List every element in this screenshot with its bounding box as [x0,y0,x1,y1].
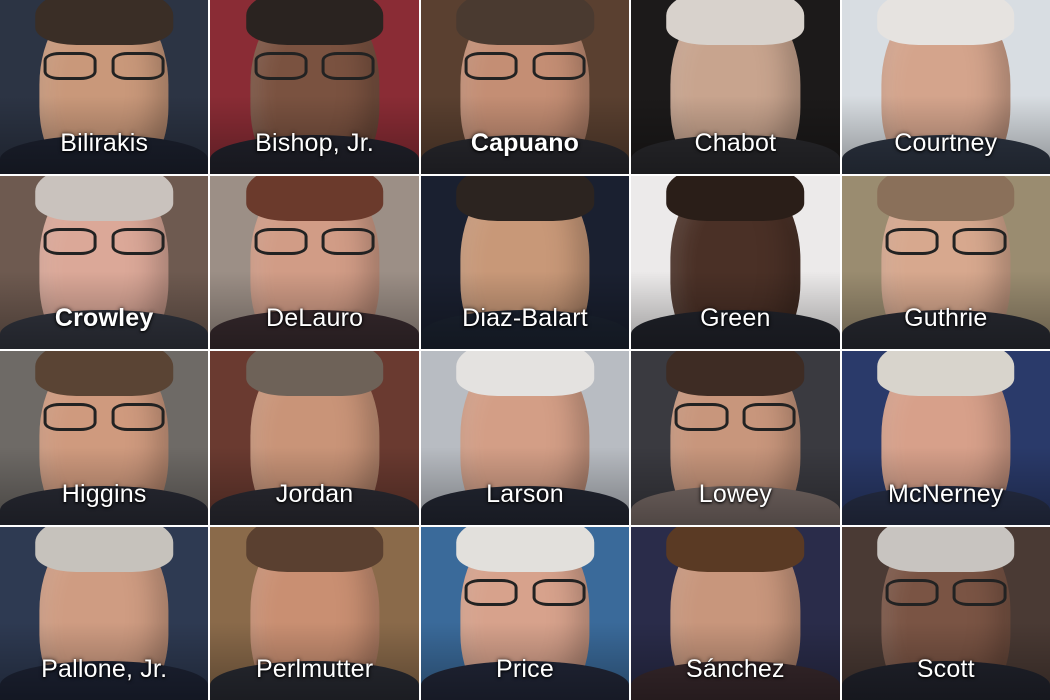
portrait-tile: McNerney [841,351,1050,525]
portrait-name-label: Bilirakis [60,128,149,157]
portrait-name-label: Higgins [61,479,147,508]
portrait-tile: Perlmutter [210,526,419,700]
portrait-name-label: Chabot [694,128,777,157]
portrait-name-label: Lowey [698,479,773,508]
portrait-name-label: Green [700,304,771,332]
portrait-tile: DeLauro [210,175,419,349]
portrait-name-label: Courtney [894,128,998,157]
portrait-grid: Bilirakis Bishop, Jr. Capuano Chabot Courtne… [0,0,1050,700]
portrait-tile: Sánchez [631,526,840,700]
portrait-tile: Crowley [0,175,209,349]
portrait-tile: Price [420,526,630,700]
portrait-tile: Courtney [841,0,1050,174]
portrait-tile: Bishop, Jr. [210,0,419,174]
portrait-name-label: Perlmutter [255,655,374,683]
portrait-tile: Capuano [420,0,630,174]
portrait-name-label: Crowley [54,304,154,332]
portrait-name-label: Sánchez [686,655,785,683]
portrait-name-label: Capuano [470,128,580,157]
portrait-tile: Larson [420,351,630,525]
portrait-tile: Guthrie [841,175,1050,349]
portrait-tile: Jordan [210,351,419,525]
portrait-name-label: McNerney [888,479,1004,508]
portrait-name-label: Scott [916,655,975,683]
portrait-tile: Bilirakis [0,0,209,174]
portrait-name-label: Pallone, Jr. [41,655,168,683]
portrait-name-label: Price [496,655,554,683]
portrait-name-label: Bishop, Jr. [255,128,375,157]
portrait-tile: Pallone, Jr. [0,526,209,700]
portrait-tile: Diaz-Balart [420,175,630,349]
portrait-tile: Chabot [631,0,840,174]
portrait-name-label: Jordan [275,479,354,508]
portrait-tile: Higgins [0,351,209,525]
portrait-tile: Scott [841,526,1050,700]
portrait-name-label: Larson [486,479,564,508]
portrait-tile: Green [631,175,840,349]
portrait-name-label: Guthrie [904,304,988,332]
portrait-name-label: DeLauro [265,304,364,332]
portrait-tile: Lowey [631,351,840,525]
portrait-name-label: Diaz-Balart [462,304,588,332]
